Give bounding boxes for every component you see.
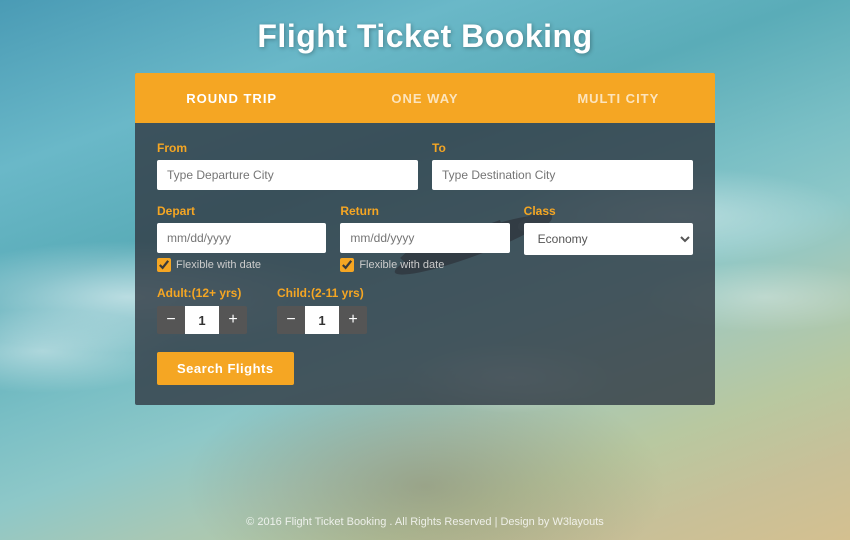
adult-value: 1 — [185, 306, 219, 334]
to-group: To — [432, 141, 693, 190]
flexible-return-label: Flexible with date — [359, 259, 444, 271]
tab-round-trip[interactable]: ROUND TRIP — [135, 73, 328, 123]
depart-group: Depart Flexible with date — [157, 204, 326, 272]
return-input[interactable] — [340, 223, 509, 253]
footer-text: © 2016 Flight Ticket Booking . All Right… — [0, 516, 850, 528]
flexible-depart-label: Flexible with date — [176, 259, 261, 271]
adult-decrement-button[interactable]: − — [157, 306, 185, 334]
adult-increment-button[interactable]: + — [219, 306, 247, 334]
tab-bar: ROUND TRIP ONE WAY MULTI CITY — [135, 73, 715, 123]
to-label: To — [432, 141, 693, 155]
from-group: From — [157, 141, 418, 190]
child-label: Child:(2-11 yrs) — [277, 286, 367, 300]
child-group: Child:(2-11 yrs) − 1 + — [277, 286, 367, 334]
booking-form: From To Depart Flexible with date — [135, 123, 715, 405]
tab-one-way[interactable]: ONE WAY — [328, 73, 521, 123]
child-decrement-button[interactable]: − — [277, 306, 305, 334]
from-input[interactable] — [157, 160, 418, 190]
depart-input[interactable] — [157, 223, 326, 253]
tab-multi-city[interactable]: MULTI CITY — [522, 73, 715, 123]
adult-group: Adult:(12+ yrs) − 1 + — [157, 286, 247, 334]
return-label: Return — [340, 204, 509, 218]
booking-card: ROUND TRIP ONE WAY MULTI CITY From To — [135, 73, 715, 405]
child-value: 1 — [305, 306, 339, 334]
child-counter: − 1 + — [277, 306, 367, 334]
class-group: Class Economy Business First Class — [524, 204, 693, 272]
from-label: From — [157, 141, 418, 155]
child-increment-button[interactable]: + — [339, 306, 367, 334]
flexible-return-checkbox[interactable] — [340, 258, 354, 272]
flexible-depart-checkbox[interactable] — [157, 258, 171, 272]
page-title: Flight Ticket Booking — [257, 18, 592, 55]
to-input[interactable] — [432, 160, 693, 190]
return-group: Return Flexible with date — [340, 204, 509, 272]
adult-label: Adult:(12+ yrs) — [157, 286, 247, 300]
passenger-section: Adult:(12+ yrs) − 1 + Child:(2-11 yrs) −… — [157, 286, 693, 334]
search-flights-button[interactable]: Search Flights — [157, 352, 294, 385]
adult-counter: − 1 + — [157, 306, 247, 334]
class-select[interactable]: Economy Business First Class — [524, 223, 693, 255]
class-label: Class — [524, 204, 693, 218]
depart-label: Depart — [157, 204, 326, 218]
